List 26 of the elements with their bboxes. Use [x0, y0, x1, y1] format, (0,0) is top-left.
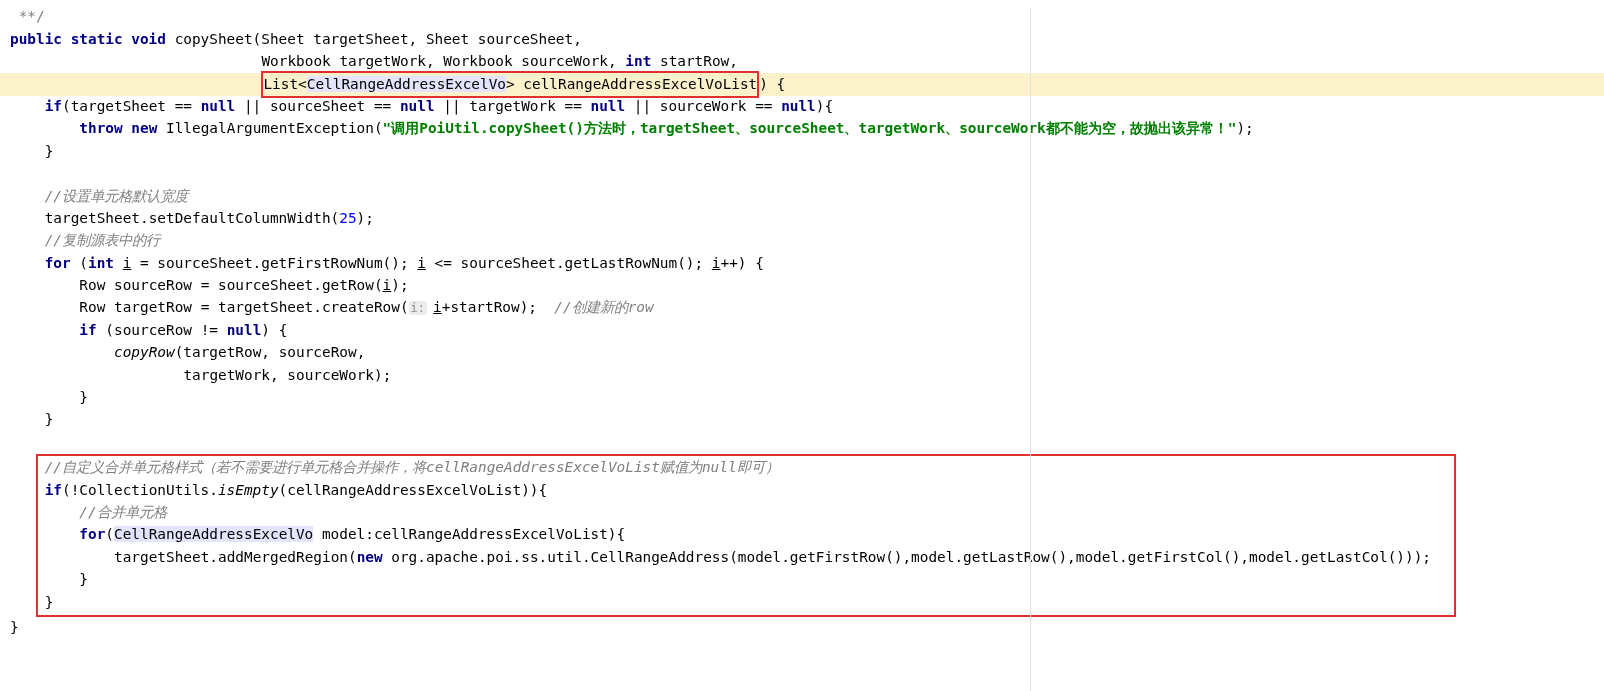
annotation-box: List<CellRangeAddressExcelVo> cellRangeAddressExcelVoList — [261, 70, 760, 99]
code-line: Row targetRow = targetSheet.createRow(i: i+startRow); //创建新的row — [79, 298, 654, 318]
code-line: **/ — [18, 7, 45, 27]
code-line: if (sourceRow != null) { — [79, 320, 288, 340]
code-line: Row sourceRow = sourceSheet.getRow(i); — [79, 276, 409, 296]
code-line: public static void copySheet(Sheet targetSheet, Sheet sourceSheet, — [10, 29, 582, 49]
code-line: } — [79, 570, 88, 590]
code-line: if(targetSheet == null || sourceSheet == null || targetWork == null || sourceWork == null){ — [44, 96, 834, 117]
code-line: //自定义合并单元格样式（若不需要进行单元格合并操作，将cellRangeAddressExcelVoList赋值为null即可） — [44, 458, 779, 478]
code-line: targetSheet.addMergedRegion(new org.apache.poi.ss.util.CellRangeAddress(model.getFirstRow(),model.getLastRow(),model.getFirstCol(),model.getLastCol())); — [114, 547, 1431, 567]
code-line: //合并单元格 — [79, 503, 167, 522]
code-line: throw new IllegalArgumentException("调用PoiUtil.copySheet()方法时，targetSheet、sourceSheet、targetWork、sourceWork都不能为空，故抛出该异常！"); — [79, 119, 1254, 139]
code-line: copyRow(targetRow, sourceRow, — [114, 343, 366, 363]
code-line: } — [44, 141, 54, 161]
code-line: Workbook targetWork, Workbook sourceWork, int startRow, — [261, 52, 738, 72]
code-text: ) { — [759, 74, 786, 94]
code-line: } — [79, 388, 89, 408]
code-line: targetSheet.setDefaultColumnWidth(25); — [44, 208, 374, 228]
code-line: //复制源表中的行 — [44, 231, 160, 251]
code-line: } — [44, 410, 54, 430]
code-line: targetWork, sourceWork); — [183, 365, 392, 385]
code-line: for (int i = sourceSheet.getFirstRowNum(); i <= sourceSheet.getLastRowNum(); i++) { — [44, 253, 764, 273]
code-line: } — [44, 592, 54, 612]
code-line: for(CellRangeAddressExcelVo model:cellRangeAddressExcelVoList){ — [79, 525, 626, 545]
code-line: if(!CollectionUtils.isEmpty(cellRangeAddressExcelVoList)){ — [44, 480, 548, 500]
code-line: } — [10, 617, 19, 637]
